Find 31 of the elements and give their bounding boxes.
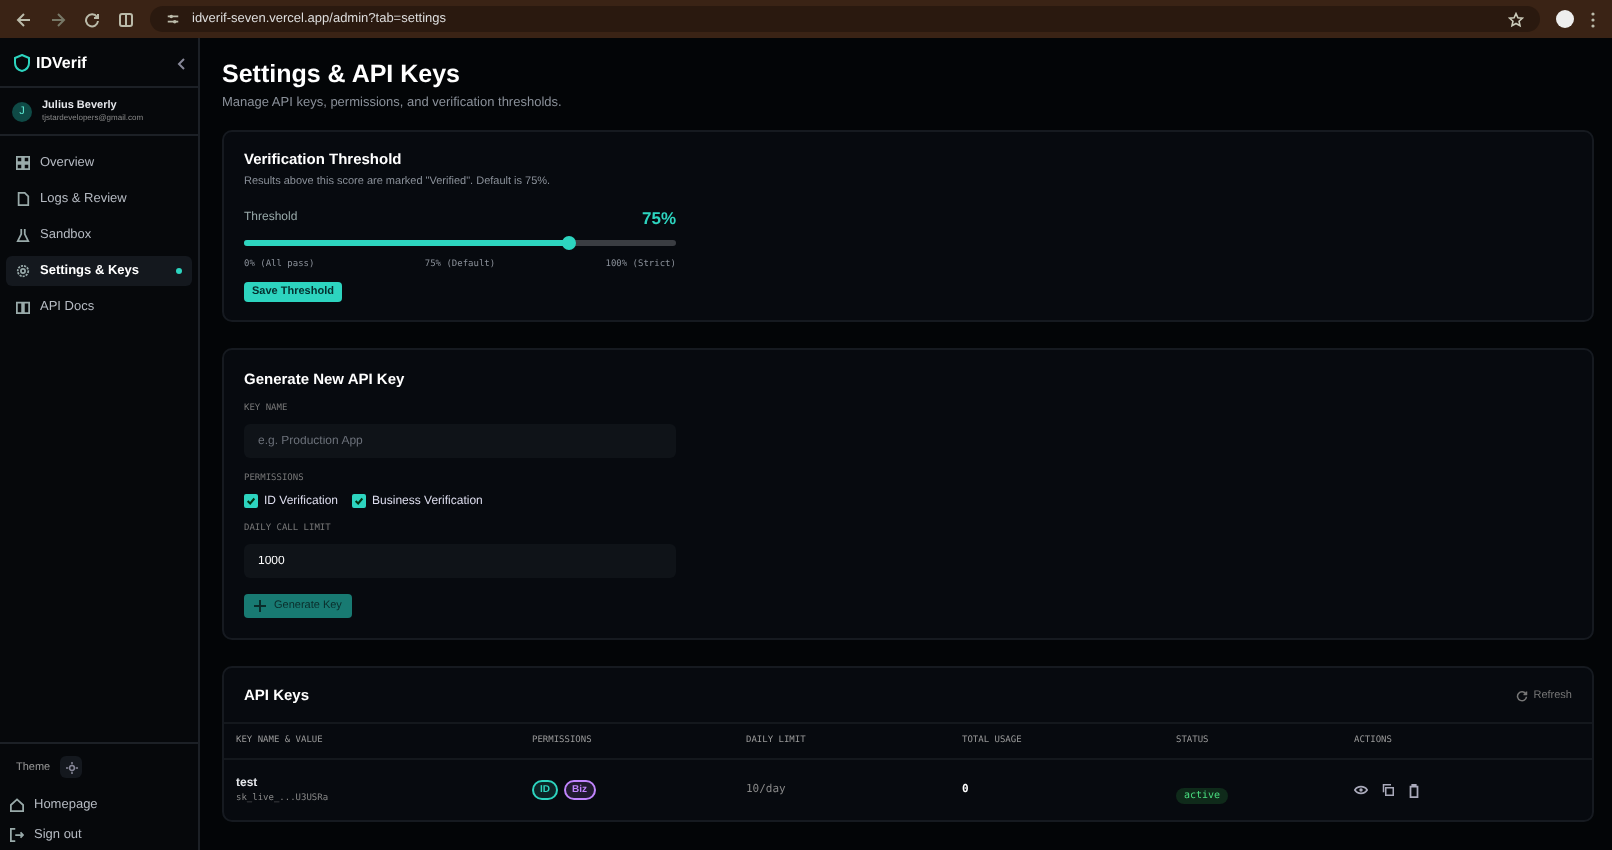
menu-icon[interactable] — [1590, 11, 1596, 27]
file-icon — [16, 192, 30, 206]
theme-toggle[interactable] — [60, 756, 83, 778]
copy-icon[interactable] — [1382, 784, 1394, 796]
home-icon — [10, 798, 24, 812]
checkmark-icon — [354, 496, 365, 506]
shield-icon — [14, 54, 30, 72]
reload-icon[interactable] — [84, 11, 100, 27]
trash-icon[interactable] — [1408, 783, 1420, 797]
page-title: Settings & API Keys — [222, 60, 463, 88]
sun-icon — [65, 761, 78, 773]
split-view-icon[interactable] — [118, 11, 134, 27]
book-icon — [16, 300, 30, 314]
profile-avatar-icon[interactable] — [1556, 10, 1574, 28]
active-dot — [176, 268, 182, 274]
eye-icon[interactable] — [1354, 784, 1368, 796]
flask-icon — [16, 228, 30, 242]
grid-icon — [16, 156, 30, 170]
refresh-icon — [1515, 689, 1528, 701]
forward-icon[interactable] — [50, 11, 66, 27]
plus-icon — [254, 600, 266, 612]
exit-icon — [10, 828, 24, 842]
site-settings-icon[interactable] — [166, 12, 180, 26]
star-icon[interactable] — [1508, 11, 1524, 27]
brand-logo[interactable]: IDVerif — [36, 54, 87, 72]
settings-icon — [16, 264, 30, 278]
checkmark-icon — [246, 496, 256, 506]
threshold-slider[interactable] — [244, 240, 676, 246]
collapse-icon[interactable] — [176, 57, 186, 69]
threshold-value: 75% — [641, 208, 676, 228]
back-icon[interactable] — [16, 11, 32, 27]
